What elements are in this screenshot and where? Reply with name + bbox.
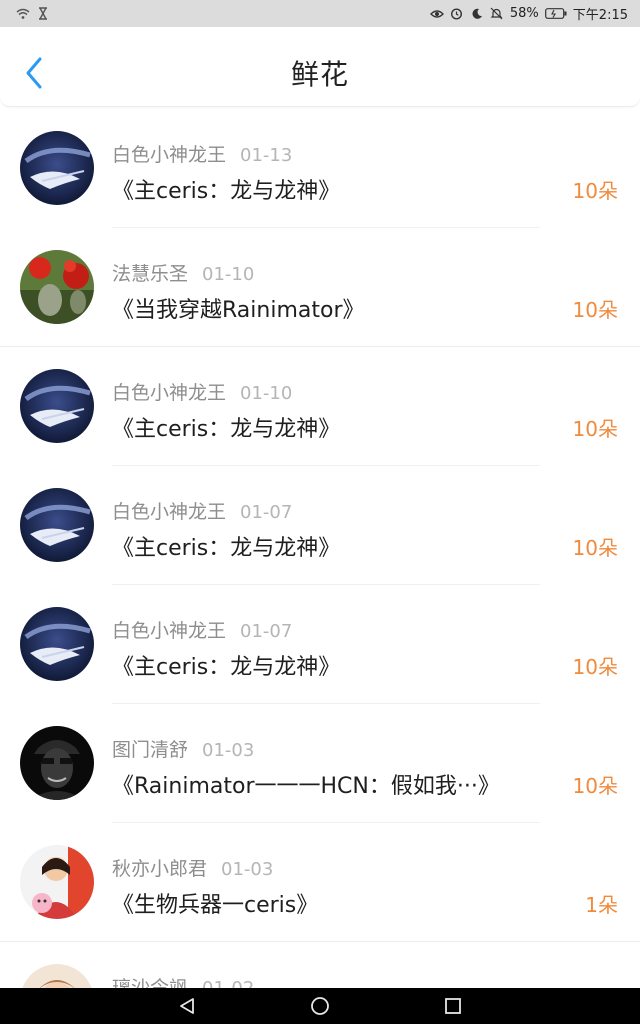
list-item[interactable]: 白色小神龙王 01-07 《主ceris：龙与龙神》 10朵: [0, 466, 640, 585]
list-item[interactable]: 白色小神龙王 01-13 《主ceris：龙与龙神》 10朵: [0, 109, 640, 228]
sender-name: 秋亦小郎君: [112, 858, 208, 880]
sender-line: 白色小神龙王 01-10: [112, 378, 292, 405]
book-title[interactable]: 《主ceris：龙与龙神》: [112, 649, 340, 681]
send-date: 01-07: [240, 502, 293, 523]
sender-line: 白色小神龙王 01-07: [112, 616, 292, 643]
battery-icon: [544, 7, 567, 21]
page-title: 鲜花: [290, 58, 349, 91]
alarm-icon: [450, 7, 464, 21]
flower-count: 1朵: [585, 893, 618, 917]
avatar[interactable]: [20, 964, 94, 988]
nav-back-button[interactable]: [175, 994, 199, 1018]
send-date: 01-10: [240, 383, 293, 404]
avatar[interactable]: [20, 607, 94, 681]
sender-line: 白色小神龙王 01-07: [112, 497, 292, 524]
triangle-back-icon: [179, 998, 194, 1014]
book-title[interactable]: 《主ceris：龙与龙神》: [112, 173, 340, 205]
status-bar: 58% 下午2:15: [0, 0, 640, 27]
avatar[interactable]: [20, 250, 94, 324]
battery-percent: 58%: [509, 6, 539, 21]
list-item[interactable]: 璃沙令飒 01-02: [0, 942, 640, 988]
sender-name: 白色小神龙王: [112, 501, 227, 523]
avatar[interactable]: [20, 369, 94, 443]
send-date: 01-10: [202, 264, 255, 285]
sender-name: 图门清舒: [112, 739, 189, 761]
avatar[interactable]: [20, 726, 94, 800]
list-item[interactable]: 秋亦小郎君 01-03 《生物兵器一ceris》 1朵: [0, 823, 640, 942]
send-date: 01-03: [221, 859, 274, 880]
flower-count: 10朵: [572, 536, 618, 560]
list-item[interactable]: 白色小神龙王 01-07 《主ceris：龙与龙神》 10朵: [0, 585, 640, 704]
book-title[interactable]: 《主ceris：龙与龙神》: [112, 411, 340, 443]
list-item[interactable]: 法慧乐圣 01-10 《当我穿越Rainimator》 10朵: [0, 228, 640, 347]
avatar[interactable]: [20, 131, 94, 205]
square-recents-icon: [445, 998, 462, 1014]
flower-count: 10朵: [572, 655, 618, 679]
circle-home-icon: [311, 997, 329, 1015]
system-nav-bar: [0, 988, 640, 1024]
nav-home-button[interactable]: [308, 994, 332, 1018]
book-title[interactable]: 《主ceris：龙与龙神》: [112, 530, 340, 562]
send-date: 01-03: [202, 740, 255, 761]
send-date: 01-13: [240, 145, 293, 166]
nav-recents-button[interactable]: [441, 994, 465, 1018]
eye-icon: [429, 7, 444, 21]
sender-line: 秋亦小郎君 01-03: [112, 854, 273, 881]
hourglass-icon: [36, 7, 50, 21]
book-title[interactable]: 《当我穿越Rainimator》: [112, 292, 365, 324]
avatar[interactable]: [20, 845, 94, 919]
clock: 下午2:15: [572, 8, 628, 23]
avatar[interactable]: [20, 488, 94, 562]
sender-line: 图门清舒 01-03: [112, 735, 254, 762]
flower-count: 10朵: [572, 417, 618, 441]
sender-name: 白色小神龙王: [112, 382, 227, 404]
moon-icon: [470, 7, 484, 21]
sender-name: 法慧乐圣: [112, 263, 189, 285]
list-item[interactable]: 图门清舒 01-03 《Rainimator一一一HCN：假如我···》 10朵: [0, 704, 640, 823]
flower-count: 10朵: [572, 298, 618, 322]
sender-name: 白色小神龙王: [112, 144, 227, 166]
sender-line: 法慧乐圣 01-10: [112, 259, 254, 286]
mute-bell-icon: [490, 7, 504, 21]
header: 鲜花: [0, 27, 640, 107]
sender-name: 璃沙令飒: [112, 977, 189, 988]
sender-line: 白色小神龙王 01-13: [112, 140, 292, 167]
flower-count: 10朵: [572, 774, 618, 798]
send-date: 01-07: [240, 621, 293, 642]
sender-name: 白色小神龙王: [112, 620, 227, 642]
flower-count: 10朵: [572, 179, 618, 203]
flower-list: 白色小神龙王 01-13 《主ceris：龙与龙神》 10朵 法慧乐圣 01-10 《当我穿…: [0, 109, 640, 988]
book-title[interactable]: 《生物兵器一ceris》: [112, 887, 318, 919]
book-title[interactable]: 《Rainimator一一一HCN：假如我···》: [112, 768, 500, 800]
list-item[interactable]: 白色小神龙王 01-10 《主ceris：龙与龙神》 10朵: [0, 347, 640, 466]
send-date: 01-02: [202, 978, 254, 988]
sender-line: 璃沙令飒 01-02: [112, 973, 254, 988]
wifi-icon: [16, 7, 30, 21]
